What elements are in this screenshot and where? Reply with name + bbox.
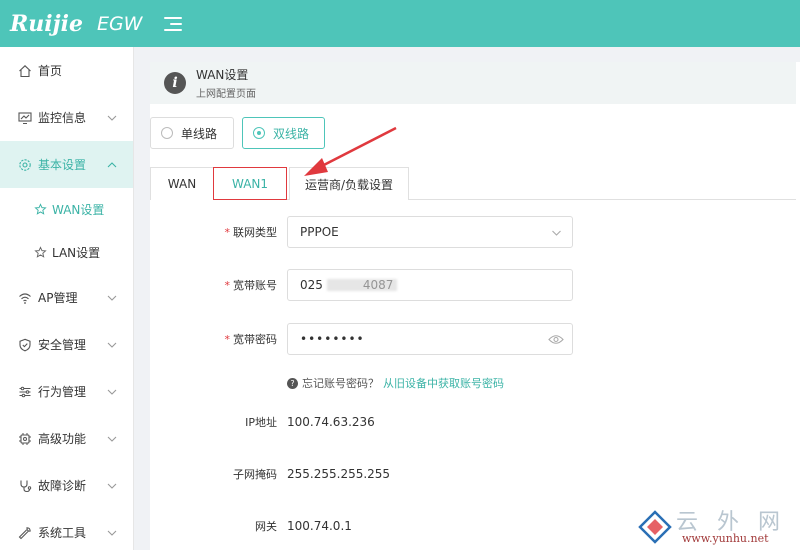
- tab-bar: WAN WAN1 运营商/负载设置: [150, 167, 796, 200]
- sidebar-item-home[interactable]: 首页: [0, 47, 133, 94]
- chevron-down-icon: [107, 115, 117, 121]
- conn-type-select[interactable]: PPPOE: [287, 216, 573, 248]
- select-value: PPPOE: [300, 225, 339, 239]
- sidebar-item-behavior[interactable]: 行为管理: [0, 368, 133, 415]
- gateway-label: 网关: [255, 520, 277, 533]
- chevron-down-icon: [107, 436, 117, 442]
- ip-label: IP地址: [245, 416, 277, 429]
- label-text: 联网类型: [233, 226, 277, 239]
- sidebar-item-ap[interactable]: AP管理: [0, 274, 133, 321]
- forgot-hint: ? 忘记账号密码？ 从旧设备中获取账号密码: [287, 375, 504, 391]
- sidebar: 首页 监控信息 基本设置 WAN设置 LAN设置 AP管理 安全管理 行为管理 …: [0, 47, 134, 550]
- top-bar: Ruijie EGW: [0, 0, 800, 47]
- mask-row: 子网掩码 255.255.255.255: [150, 457, 796, 491]
- brand-logo: Ruijie: [10, 10, 83, 37]
- radio-label: 单线路: [181, 126, 218, 141]
- account-value-end: 4087: [362, 278, 394, 292]
- sidebar-item-label: AP管理: [38, 291, 78, 305]
- star-icon: [34, 246, 48, 260]
- question-icon: ?: [287, 377, 298, 389]
- product-name: EGW: [96, 12, 143, 35]
- page-header: i WAN设置 上网配置页面: [150, 62, 796, 104]
- label-text: 宽带账号: [233, 279, 277, 292]
- home-icon: [18, 64, 32, 78]
- chip-icon: [18, 432, 32, 446]
- password-row: * 宽带密码 ••••••••: [150, 322, 796, 356]
- hint-text: 忘记账号密码？: [302, 377, 379, 390]
- sidebar-item-label: 故障诊断: [38, 479, 87, 493]
- sidebar-item-security[interactable]: 安全管理: [0, 321, 133, 368]
- sliders-icon: [18, 385, 32, 399]
- sidebar-subitem-lan[interactable]: LAN设置: [0, 231, 133, 274]
- stethoscope-icon: [18, 479, 32, 493]
- chevron-down-icon: [107, 389, 117, 395]
- page-title: WAN设置: [196, 68, 249, 82]
- sidebar-item-label: 高级功能: [38, 432, 87, 446]
- sidebar-item-basic-settings[interactable]: 基本设置: [0, 141, 133, 188]
- wrench-icon: [18, 526, 32, 540]
- tab-wan[interactable]: WAN: [150, 167, 214, 200]
- ip-row: IP地址 100.74.63.236: [150, 405, 796, 439]
- sidebar-item-label: 安全管理: [38, 338, 87, 352]
- account-input[interactable]: 025 4087: [287, 269, 573, 301]
- sidebar-item-label: 系统工具: [38, 526, 87, 540]
- menu-toggle-icon[interactable]: [164, 16, 183, 32]
- tab-label: WAN: [167, 177, 197, 191]
- gear-icon: [18, 158, 32, 172]
- sidebar-item-label: 监控信息: [38, 111, 87, 125]
- watermark-logo-icon: [638, 510, 672, 544]
- eye-icon[interactable]: [548, 334, 564, 345]
- sidebar-item-monitor[interactable]: 监控信息: [0, 94, 133, 141]
- mask-value: 255.255.255.255: [287, 467, 391, 481]
- radio-label: 双线路: [273, 126, 310, 141]
- chevron-down-icon: [107, 483, 117, 489]
- tab-wan1[interactable]: WAN1: [213, 167, 287, 200]
- conn-type-label: * 联网类型: [224, 226, 278, 239]
- chevron-down-icon: [107, 295, 117, 301]
- conn-type-row: * 联网类型 PPPOE: [150, 215, 796, 249]
- shield-icon: [18, 338, 32, 352]
- monitor-icon: [18, 111, 32, 125]
- password-input[interactable]: ••••••••: [287, 323, 573, 355]
- main-panel: i WAN设置 上网配置页面 单线路 双线路 WAN WAN1 运营商/负载设置…: [150, 62, 800, 550]
- wifi-icon: [18, 291, 32, 305]
- sidebar-item-label: 行为管理: [38, 385, 87, 399]
- retrieve-account-link[interactable]: 从旧设备中获取账号密码: [383, 375, 504, 391]
- mask-label: 子网掩码: [233, 468, 277, 481]
- tab-label: WAN1: [231, 176, 269, 191]
- sidebar-subitem-wan[interactable]: WAN设置: [0, 188, 133, 231]
- account-row: * 宽带账号 025 4087: [150, 268, 796, 302]
- chevron-down-icon: [107, 530, 117, 536]
- info-icon: i: [164, 72, 186, 94]
- dual-line-radio[interactable]: 双线路: [242, 117, 325, 149]
- watermark-url: www.yunhu.net: [682, 532, 769, 545]
- radio-selected-icon: [253, 127, 265, 139]
- label-text: 宽带密码: [233, 333, 277, 346]
- single-line-radio[interactable]: 单线路: [150, 117, 234, 149]
- sidebar-item-label: 首页: [38, 64, 63, 78]
- ip-value: 100.74.63.236: [287, 415, 375, 429]
- sidebar-subitem-label: LAN设置: [52, 246, 101, 260]
- sidebar-item-system-tools[interactable]: 系统工具: [0, 509, 133, 550]
- tab-label: 运营商/负载设置: [304, 177, 394, 192]
- account-value-start: 025: [300, 278, 323, 292]
- radio-icon: [161, 127, 173, 139]
- star-icon: [34, 203, 48, 217]
- tab-isp-load[interactable]: 运营商/负载设置: [289, 167, 409, 200]
- account-label: * 宽带账号: [224, 279, 278, 292]
- sidebar-item-label: 基本设置: [38, 158, 87, 172]
- password-label: * 宽带密码: [224, 333, 278, 346]
- chevron-up-icon: [107, 161, 117, 167]
- gateway-value: 100.74.0.1: [287, 519, 352, 533]
- sidebar-item-diagnosis[interactable]: 故障诊断: [0, 462, 133, 509]
- sidebar-item-advanced[interactable]: 高级功能: [0, 415, 133, 462]
- password-value: ••••••••: [300, 332, 365, 346]
- page-subtitle: 上网配置页面: [196, 89, 256, 100]
- watermark: 云 外 网 www.yunhu.net: [638, 504, 796, 548]
- sidebar-subitem-label: WAN设置: [52, 203, 105, 217]
- chevron-down-icon: [107, 342, 117, 348]
- chevron-down-icon: [552, 230, 561, 236]
